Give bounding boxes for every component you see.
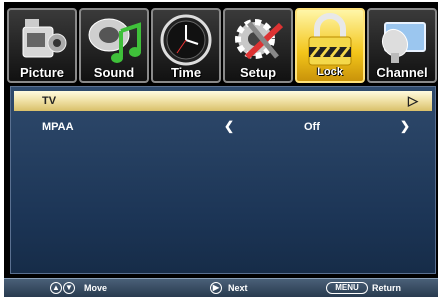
tab-label: Sound — [93, 65, 135, 80]
tab-label: Time — [170, 65, 202, 80]
menu-row-label: TV — [42, 95, 57, 107]
lock-settings-panel: TV ▷ MPAA ❮ Off ❯ — [10, 86, 436, 274]
menu-tab-bar: Picture Sound Time Setup Lock Channel — [4, 2, 438, 85]
chevron-right-icon[interactable]: ❯ — [400, 119, 410, 133]
music-note-icon — [88, 18, 141, 63]
menu-row-tv[interactable]: TV ▷ — [14, 91, 432, 111]
camcorder-icon — [22, 19, 67, 58]
menu-key-icon: MENU — [326, 282, 368, 294]
menu-row-mpaa[interactable]: MPAA ❮ Off ❯ — [14, 117, 432, 137]
mpaa-value: Off — [304, 121, 320, 133]
up-arrow-icon: ▲ — [50, 282, 62, 294]
right-arrow-icon: ▶ — [210, 282, 222, 294]
tab-label: Lock — [317, 66, 343, 78]
tab-label: Setup — [239, 65, 277, 80]
move-hint: Move — [84, 283, 108, 293]
tab-time[interactable]: Time — [151, 8, 221, 83]
tab-label: Picture — [19, 65, 65, 80]
tab-sound[interactable]: Sound — [79, 8, 149, 83]
hint-bar: ▲ ▼ Move ▶ Next MENU Return — [4, 278, 438, 297]
tab-picture[interactable]: Picture — [7, 8, 77, 83]
chevron-left-icon[interactable]: ❮ — [224, 119, 234, 133]
next-hint: Next — [228, 283, 248, 293]
gear-icon — [235, 19, 284, 60]
tab-label: Channel — [376, 65, 428, 80]
return-hint: Return — [372, 283, 401, 293]
tab-setup[interactable]: Setup — [223, 8, 293, 83]
padlock-icon — [308, 13, 352, 66]
tab-channel[interactable]: Channel — [367, 8, 437, 83]
clock-icon — [160, 14, 212, 66]
menu-row-label: MPAA — [42, 121, 74, 133]
tab-lock[interactable]: Lock — [295, 8, 365, 83]
satellite-dish-icon — [381, 22, 426, 63]
arrow-right-outline-icon: ▷ — [408, 93, 418, 108]
tv-osd-menu: Picture Sound Time Setup Lock Channel TV… — [4, 2, 438, 297]
down-arrow-icon: ▼ — [63, 282, 75, 294]
